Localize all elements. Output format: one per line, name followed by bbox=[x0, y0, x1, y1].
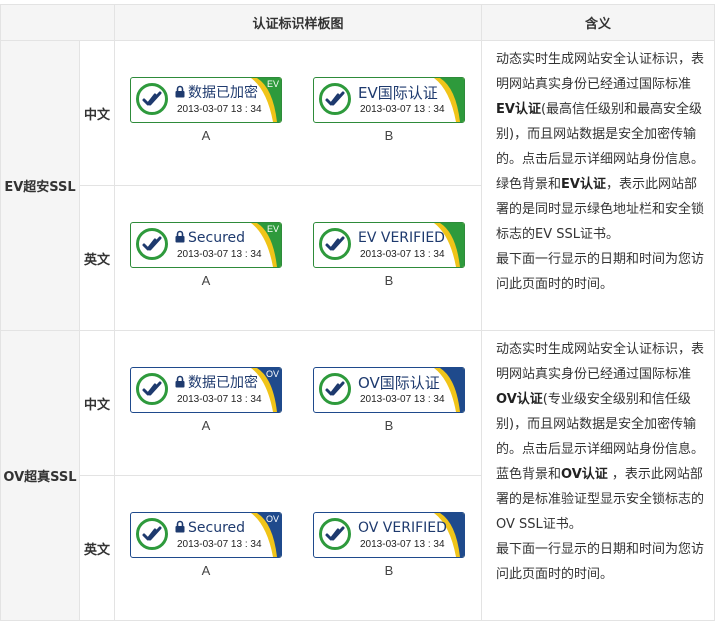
seal-label: B bbox=[384, 128, 394, 143]
category-ov: OV超真SSL bbox=[0, 330, 80, 621]
lang-label-cn: 中文 bbox=[79, 330, 115, 476]
seal-title: OV VERIFIED bbox=[358, 520, 447, 536]
category-ev: EV超安SSL bbox=[0, 40, 80, 331]
ov-cn-seal-b[interactable]: OV国际认证 2013-03-07 13 : 34 B bbox=[313, 367, 465, 433]
seal-date: 2013-03-07 13 : 34 bbox=[177, 249, 262, 260]
ov-en-seal-a[interactable]: OV Secured 2013-03-07 13 : 34 A bbox=[130, 512, 282, 578]
ev-cn-samples: EV 数据已加密 2013-03-07 13 : 34 A EV国际认证 201… bbox=[114, 40, 482, 186]
seal-date: 2013-03-07 13 : 34 bbox=[360, 394, 445, 405]
seal-label: A bbox=[201, 273, 211, 288]
seal-title: Secured bbox=[188, 520, 246, 536]
seal-title: Secured bbox=[188, 230, 246, 246]
check-badge-icon bbox=[136, 373, 168, 405]
seal-title: 数据已加密 bbox=[188, 375, 258, 391]
seal-date: 2013-03-07 13 : 34 bbox=[360, 249, 445, 260]
seal-tag: OV bbox=[265, 369, 279, 379]
lang-label-en: 英文 bbox=[79, 185, 115, 331]
seal-date: 2013-03-07 13 : 34 bbox=[360, 539, 445, 550]
ov-cn-samples: OV 数据已加密 2013-03-07 13 : 34 A OV国际认证 201… bbox=[114, 330, 482, 476]
seal-title: EV国际认证 bbox=[358, 84, 438, 102]
check-badge-icon bbox=[319, 228, 351, 260]
seal-label: A bbox=[201, 128, 211, 143]
seal-title: 数据已加密 bbox=[188, 85, 258, 101]
ev-en-seal-a[interactable]: EV Secured 2013-03-07 13 : 34 A bbox=[130, 222, 282, 288]
ev-en-samples: EV Secured 2013-03-07 13 : 34 A EV VERIF… bbox=[114, 185, 482, 331]
seal-date: 2013-03-07 13 : 34 bbox=[177, 539, 262, 550]
lock-icon bbox=[175, 375, 185, 388]
ssl-seal-table: 认证标识样板图 含义 EV超安SSL 中文 EV 数据已加密 2013-03-0… bbox=[0, 4, 715, 621]
seal-label: B bbox=[384, 418, 394, 433]
seal-label: B bbox=[384, 273, 394, 288]
seal-date: 2013-03-07 13 : 34 bbox=[177, 394, 262, 405]
ev-cn-seal-a[interactable]: EV 数据已加密 2013-03-07 13 : 34 A bbox=[130, 77, 282, 143]
seal-date: 2013-03-07 13 : 34 bbox=[360, 104, 445, 115]
ov-en-samples: OV Secured 2013-03-07 13 : 34 A OV VERIF… bbox=[114, 475, 482, 621]
header-blank bbox=[0, 4, 115, 41]
check-badge-icon bbox=[319, 83, 351, 115]
check-badge-icon bbox=[136, 518, 168, 550]
seal-label: A bbox=[201, 418, 211, 433]
ov-description: 动态实时生成网站安全认证标识，表明网站真实身份已经通过国际标准OV认证(专业级安… bbox=[481, 330, 715, 621]
seal-label: A bbox=[201, 563, 211, 578]
seal-date: 2013-03-07 13 : 34 bbox=[177, 104, 262, 115]
seal-tag: EV bbox=[266, 79, 279, 89]
seal-tag: OV bbox=[265, 514, 279, 524]
seal-tag: EV bbox=[266, 224, 279, 234]
check-badge-icon bbox=[136, 228, 168, 260]
seal-title: OV国际认证 bbox=[358, 374, 440, 392]
header-sample: 认证标识样板图 bbox=[114, 4, 482, 41]
lang-label-cn: 中文 bbox=[79, 40, 115, 186]
header-meaning: 含义 bbox=[481, 4, 715, 41]
ov-en-seal-b[interactable]: OV VERIFIED 2013-03-07 13 : 34 B bbox=[313, 512, 465, 578]
check-badge-icon bbox=[136, 83, 168, 115]
seal-title: EV VERIFIED bbox=[358, 230, 445, 246]
ev-en-seal-b[interactable]: EV VERIFIED 2013-03-07 13 : 34 B bbox=[313, 222, 465, 288]
ev-cn-seal-b[interactable]: EV国际认证 2013-03-07 13 : 34 B bbox=[313, 77, 465, 143]
ov-cn-seal-a[interactable]: OV 数据已加密 2013-03-07 13 : 34 A bbox=[130, 367, 282, 433]
lock-icon bbox=[175, 85, 185, 98]
check-badge-icon bbox=[319, 518, 351, 550]
lock-icon bbox=[175, 520, 185, 533]
lock-icon bbox=[175, 230, 185, 243]
check-badge-icon bbox=[319, 373, 351, 405]
seal-label: B bbox=[384, 563, 394, 578]
ev-description: 动态实时生成网站安全认证标识，表明网站真实身份已经通过国际标准EV认证(最高信任… bbox=[481, 40, 715, 331]
lang-label-en: 英文 bbox=[79, 475, 115, 621]
